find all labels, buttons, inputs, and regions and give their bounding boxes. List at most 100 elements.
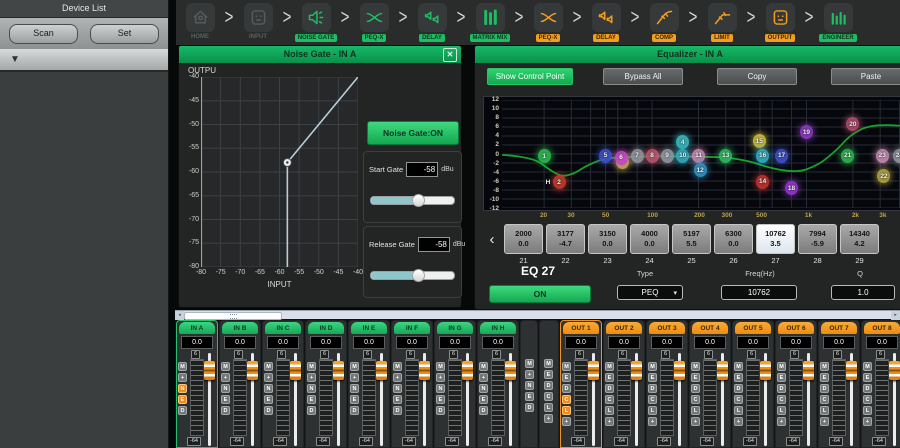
- nav-item-matrix-mix[interactable]: MATRIX MIX: [468, 3, 512, 42]
- meter-horizontal-scrollbar[interactable]: ◂ ▸: [175, 310, 900, 319]
- channel-button-m[interactable]: M: [605, 362, 614, 371]
- channel-button-e[interactable]: E: [820, 373, 829, 382]
- fader-knob[interactable]: [419, 361, 430, 380]
- channel-button-d[interactable]: D: [525, 403, 534, 412]
- fader-knob[interactable]: [760, 361, 771, 380]
- eq-band-29[interactable]: 143404.2: [840, 224, 879, 254]
- eq-point-9[interactable]: 9: [661, 149, 674, 163]
- channel-out-8[interactable]: OUT 80.06-64MEDCL+: [861, 320, 900, 448]
- channel-out-7[interactable]: OUT 70.06-64MEDCL+: [818, 320, 860, 448]
- channel-button-e[interactable]: E: [178, 395, 187, 404]
- channel-button-d[interactable]: D: [479, 406, 488, 415]
- nav-item-delay[interactable]: DELAY: [410, 3, 454, 42]
- channel-button-n[interactable]: N: [393, 384, 402, 393]
- channel-button-m[interactable]: M: [820, 362, 829, 371]
- bypass-all-button[interactable]: Bypass All: [603, 68, 683, 85]
- channel-in-a[interactable]: IN A0.06-64M+NED: [176, 320, 218, 448]
- scan-button[interactable]: Scan: [9, 24, 78, 44]
- channel-button-e[interactable]: E: [777, 373, 786, 382]
- eq-band-28[interactable]: 7994-5.9: [798, 224, 837, 254]
- channel-button-d[interactable]: D: [544, 381, 553, 390]
- channel-button-e[interactable]: E: [605, 373, 614, 382]
- channel-button-m[interactable]: M: [178, 362, 187, 371]
- channel-button-c[interactable]: C: [691, 395, 700, 404]
- channel-name-tab[interactable]: OUT 8: [864, 322, 900, 334]
- nav-item-engineer[interactable]: ENGINEER: [816, 3, 860, 42]
- channel-button-n[interactable]: N: [178, 384, 187, 393]
- channel-button-n[interactable]: N: [525, 381, 534, 390]
- channel-button-d[interactable]: D: [393, 406, 402, 415]
- channel-button-plus[interactable]: +: [479, 373, 488, 382]
- channel-button-n[interactable]: N: [350, 384, 359, 393]
- channel-out-1[interactable]: OUT 10.06-64MEDCL+: [560, 320, 602, 448]
- channel-button-l[interactable]: L: [648, 406, 657, 415]
- paste-button[interactable]: Paste: [831, 68, 900, 85]
- channel-button-plus[interactable]: +: [221, 373, 230, 382]
- release-gate-slider-thumb[interactable]: [412, 269, 425, 282]
- channel-name-tab[interactable]: OUT 3: [649, 322, 685, 334]
- channel-button-n[interactable]: N: [221, 384, 230, 393]
- channel-button-m[interactable]: M: [264, 362, 273, 371]
- eq-point-7[interactable]: 7: [631, 149, 644, 163]
- channel-button-d[interactable]: D: [777, 384, 786, 393]
- eq-band-26[interactable]: 63000.0: [714, 224, 753, 254]
- channel-button-plus[interactable]: +: [544, 414, 553, 423]
- channel-in-g[interactable]: IN G0.06-64M+NED: [434, 320, 476, 448]
- channel-name-tab[interactable]: OUT 1: [563, 322, 599, 334]
- channel-button-e[interactable]: E: [307, 395, 316, 404]
- channel-button-c[interactable]: C: [605, 395, 614, 404]
- eq-point-14[interactable]: 14: [756, 175, 769, 189]
- band-prev-chevron-icon[interactable]: ‹: [483, 224, 501, 254]
- channel-button-plus[interactable]: +: [562, 417, 571, 426]
- channel-in-d[interactable]: IN D0.06-64M+NED: [305, 320, 347, 448]
- channel-button-e[interactable]: E: [525, 392, 534, 401]
- eq-band-23[interactable]: 31500.0: [588, 224, 627, 254]
- channel-button-d[interactable]: D: [221, 406, 230, 415]
- channel-out-2[interactable]: OUT 20.06-64MEDCL+: [603, 320, 645, 448]
- channel-button-m[interactable]: M: [350, 362, 359, 371]
- eq-point-16[interactable]: 16: [756, 149, 769, 163]
- channel-name-tab[interactable]: IN C: [265, 322, 301, 334]
- channel-button-e[interactable]: E: [734, 373, 743, 382]
- fader-knob[interactable]: [803, 361, 814, 380]
- channel-button-m[interactable]: M: [221, 362, 230, 371]
- start-gate-slider-thumb[interactable]: [412, 194, 425, 207]
- channel-button-plus[interactable]: +: [525, 370, 534, 379]
- channel-name-tab[interactable]: IN H: [480, 322, 516, 334]
- close-icon[interactable]: ✕: [443, 48, 457, 62]
- nav-item-home[interactable]: HOME: [178, 3, 222, 40]
- channel-button-c[interactable]: C: [562, 395, 571, 404]
- channel-button-m[interactable]: M: [562, 362, 571, 371]
- fader-knob[interactable]: [846, 361, 857, 380]
- channel-out-4[interactable]: OUT 40.06-64MEDCL+: [689, 320, 731, 448]
- channel-out-3[interactable]: OUT 30.06-64MEDCL+: [646, 320, 688, 448]
- channel-button-c[interactable]: C: [648, 395, 657, 404]
- channel-button-l[interactable]: L: [605, 406, 614, 415]
- fader-knob[interactable]: [376, 361, 387, 380]
- channel-button-plus[interactable]: +: [350, 373, 359, 382]
- eq-point-5[interactable]: 5: [599, 149, 612, 163]
- scroll-right-arrow-icon[interactable]: ▸: [891, 311, 900, 320]
- channel-button-d[interactable]: D: [350, 406, 359, 415]
- channel-in-f[interactable]: IN F0.06-64M+NED: [391, 320, 433, 448]
- channel-name-tab[interactable]: IN D: [308, 322, 344, 334]
- channel-button-e[interactable]: E: [350, 395, 359, 404]
- eq-point-10[interactable]: 10: [676, 149, 689, 163]
- channel-button-n[interactable]: N: [479, 384, 488, 393]
- channel-button-d[interactable]: D: [691, 384, 700, 393]
- channel-button-e[interactable]: E: [221, 395, 230, 404]
- nav-item-comp[interactable]: COMP: [642, 3, 686, 42]
- channel-button-l[interactable]: L: [863, 406, 872, 415]
- channel-button-c[interactable]: C: [544, 392, 553, 401]
- fader-knob[interactable]: [290, 361, 301, 380]
- nav-item-input[interactable]: INPUT: [236, 3, 280, 40]
- channel-button-l[interactable]: L: [544, 403, 553, 412]
- channel-button-m[interactable]: M: [734, 362, 743, 371]
- channel-button-c[interactable]: C: [863, 395, 872, 404]
- eq-point-1[interactable]: 1: [538, 149, 551, 163]
- eq-point-6[interactable]: 6: [615, 151, 628, 165]
- eq-type-dropdown[interactable]: PEQ ▾: [617, 285, 683, 300]
- channel-button-d[interactable]: D: [863, 384, 872, 393]
- copy-button[interactable]: Copy: [717, 68, 797, 85]
- fader-knob[interactable]: [674, 361, 685, 380]
